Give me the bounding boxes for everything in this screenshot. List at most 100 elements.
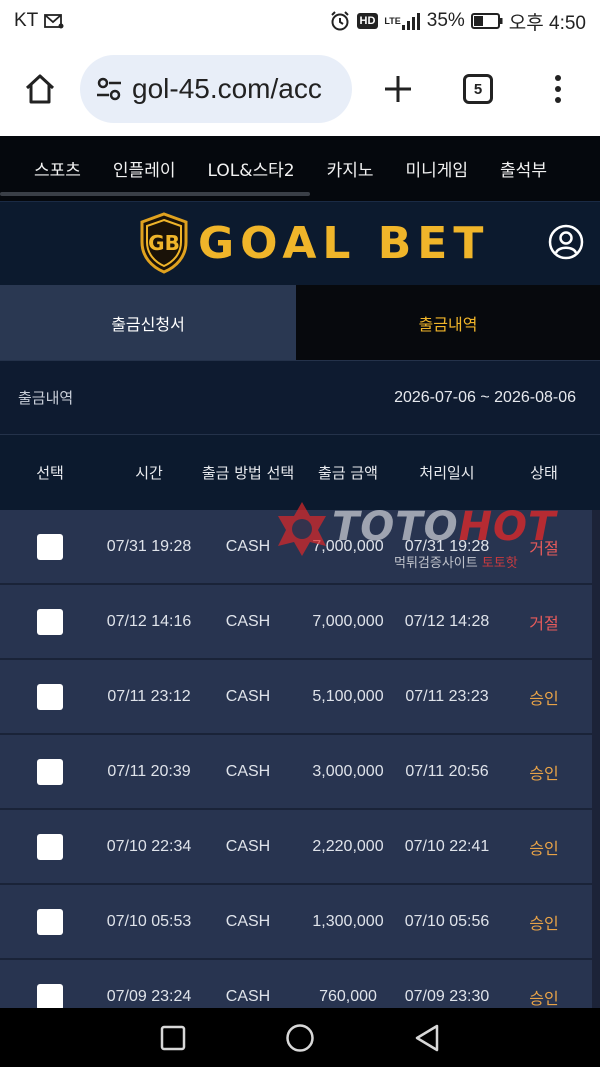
cell-processed: 07/12 14:28 [404,612,490,630]
cell-status: 승인 [529,690,559,708]
cell-amount: 760,000 [319,987,377,1005]
row-select [0,608,100,635]
account-button[interactable] [548,224,584,260]
row-checkbox[interactable] [37,683,63,710]
logo-shield-icon: GB [140,212,188,274]
cell-method: CASH [225,987,271,1005]
address-bar[interactable]: gol-45.com/acc [80,55,352,123]
home-circle-icon [286,1023,314,1052]
home-icon [25,74,55,104]
web-page: 스포츠 인플레이 LOL&스타2 카지노 미니게임 출석부 GB GOAL BE… [0,136,600,1008]
cell-method: CASH [225,912,271,930]
page-scrollbar[interactable] [592,510,600,1008]
cell-method: CASH [225,762,271,780]
cell-amount: 1,300,000 [312,912,384,930]
signal-icon: LTE [384,11,420,31]
tab-withdraw-history[interactable]: 출금내역 [296,285,600,360]
site-nav: 스포츠 인플레이 LOL&스타2 카지노 미니게임 출석부 [0,136,600,201]
table-row[interactable]: 07/10 05:53 CASH 1,300,000 07/10 05:56 승인 [0,885,600,960]
table-row[interactable]: 07/11 23:12 CASH 5,100,000 07/11 23:23 승인 [0,660,600,735]
nav-item-lol-star[interactable]: LOL&스타2 [191,156,310,181]
url-text: gol-45.com/acc [132,73,322,104]
cell-amount: 7,000,000 [312,537,384,555]
cell-method: CASH [225,537,271,555]
row-select [0,833,100,860]
cell-time: 07/11 23:12 [107,687,191,705]
home-nav-button[interactable] [280,1018,320,1058]
home-button[interactable] [18,67,62,111]
row-select [0,983,100,1008]
user-icon [548,224,584,260]
cell-amount: 5,100,000 [312,687,384,705]
new-tab-button[interactable] [376,67,420,111]
table-row[interactable]: 07/10 22:34 CASH 2,220,000 07/10 22:41 승인 [0,810,600,885]
header-select: 선택 [36,464,64,482]
table-row[interactable]: 07/31 19:28 CASH 7,000,000 07/31 19:28 거절 [0,510,600,585]
row-select [0,533,100,560]
table-row[interactable]: 07/12 14:16 CASH 7,000,000 07/12 14:28 거절 [0,585,600,660]
logo-text: GOAL BET [198,217,490,269]
row-checkbox[interactable] [37,533,63,560]
nav-scrollbar[interactable] [0,192,310,196]
table-row[interactable]: 07/11 20:39 CASH 3,000,000 07/11 20:56 승인 [0,735,600,810]
nav-item-attendance[interactable]: 출석부 [484,156,563,181]
header-processed: 처리일시 [419,464,475,482]
battery-percent: 35% [426,10,465,31]
header-time: 시간 [135,464,163,482]
row-checkbox[interactable] [37,608,63,635]
battery-icon [470,12,503,30]
cell-processed: 07/10 05:56 [404,912,490,930]
tab-switcher-button[interactable]: 5 [456,67,500,111]
cell-method: CASH [225,687,271,705]
svg-text:GB: GB [148,231,180,255]
nav-item-sports[interactable]: 스포츠 [0,156,97,181]
row-select [0,758,100,785]
tab-count: 5 [463,74,493,104]
history-info: 출금내역 2026-07-06 ~ 2026-08-06 [0,360,600,434]
row-checkbox[interactable] [37,908,63,935]
nav-item-casino[interactable]: 카지노 [311,156,390,181]
cell-time: 07/31 19:28 [106,537,192,555]
hd-badge: HD [356,13,379,29]
cell-amount: 7,000,000 [312,612,384,630]
cell-time: 07/10 05:53 [106,912,192,930]
header-method: 출금 방법 선택 [201,464,295,482]
more-vert-icon [555,75,561,103]
cell-processed: 07/10 22:41 [404,837,490,855]
cell-method: CASH [225,837,271,855]
browser-menu-button[interactable] [536,67,580,111]
cell-method: CASH [225,612,271,630]
header-amount: 출금 금액 [318,464,378,482]
withdraw-history-table: 07/31 19:28 CASH 7,000,000 07/31 19:28 거절 07/… [0,510,600,1008]
row-checkbox[interactable] [37,983,63,1008]
table-header: 선택 시간 출금 방법 선택 출금 금액 처리일시 상태 [0,434,600,510]
lte-label: LTE [384,15,401,26]
cell-status: 승인 [529,765,559,783]
cell-status: 승인 [529,840,559,858]
cell-processed: 07/11 23:23 [405,687,489,705]
cell-status: 거절 [529,615,559,633]
table-row[interactable]: 07/09 23:24 CASH 760,000 07/09 23:30 승인 [0,960,600,1008]
recents-button[interactable] [153,1018,193,1058]
cell-processed: 07/31 19:28 [404,537,490,555]
recents-icon [161,1025,186,1050]
row-checkbox[interactable] [37,758,63,785]
plus-icon [385,76,411,102]
cell-status: 승인 [529,990,559,1008]
nav-item-minigame[interactable]: 미니게임 [389,156,484,181]
tab-withdraw-request[interactable]: 출금신청서 [0,285,296,360]
header: GB GOAL BET [0,201,600,285]
date-range: 2026-07-06 ~ 2026-08-06 [394,388,576,406]
nav-item-inplay[interactable]: 인플레이 [97,156,192,181]
cell-time: 07/11 20:39 [107,762,191,780]
cell-amount: 2,220,000 [312,837,384,855]
cell-processed: 07/09 23:30 [404,987,490,1005]
system-nav-bar [0,1008,600,1067]
row-select [0,908,100,935]
back-button[interactable] [407,1018,447,1058]
site-settings-icon[interactable] [94,74,124,104]
browser-toolbar: gol-45.com/acc 5 [0,42,600,136]
row-checkbox[interactable] [37,833,63,860]
cell-time: 07/10 22:34 [106,837,192,855]
site-logo[interactable]: GB GOAL BET [138,212,489,274]
